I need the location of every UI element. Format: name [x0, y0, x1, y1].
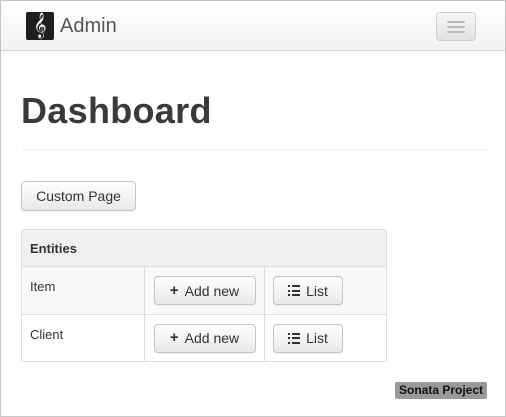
- add-cell: + Add new: [145, 315, 265, 361]
- list-cell: List: [265, 315, 386, 361]
- hamburger-menu-icon: [447, 20, 465, 23]
- app-window: 𝄞 Admin Dashboard Custom Page Entities I…: [0, 0, 506, 417]
- title-divider: [21, 149, 487, 150]
- custom-page-button[interactable]: Custom Page: [21, 181, 136, 211]
- brand-link[interactable]: 𝄞 Admin: [26, 12, 117, 40]
- table-header: Entities: [22, 230, 386, 267]
- list-icon: [288, 285, 301, 296]
- list-item-button[interactable]: List: [273, 276, 343, 305]
- plus-icon: +: [169, 329, 179, 346]
- brand-text: Admin: [60, 15, 117, 37]
- treble-clef-icon: 𝄞: [26, 12, 54, 40]
- hamburger-menu-icon-bar: [447, 30, 465, 33]
- list-label: List: [306, 282, 328, 299]
- list-label: List: [306, 330, 328, 346]
- list-cell: List: [265, 267, 386, 314]
- entity-name: Client: [22, 315, 145, 361]
- table-row: Item + Add new List: [22, 267, 386, 314]
- add-cell: + Add new: [145, 267, 265, 314]
- list-client-button[interactable]: List: [273, 323, 343, 353]
- list-icon: [288, 332, 301, 344]
- plus-icon: +: [169, 281, 179, 299]
- top-navbar: 𝄞 Admin: [1, 1, 505, 51]
- add-new-label: Add new: [184, 282, 240, 299]
- page-title: Dashboard: [21, 90, 212, 131]
- entities-table: Entities Item + Add new List Client + Ad…: [21, 229, 387, 362]
- nav-toggle-button[interactable]: [436, 12, 476, 41]
- add-new-client-button[interactable]: + Add new: [153, 323, 256, 353]
- hamburger-menu-icon-bar: [447, 25, 465, 28]
- entity-name: Item: [22, 267, 145, 314]
- sonata-project-badge[interactable]: Sonata Project: [395, 382, 488, 399]
- add-new-label: Add new: [184, 330, 240, 346]
- add-new-item-button[interactable]: + Add new: [153, 276, 256, 305]
- table-row: Client + Add new List: [22, 314, 386, 361]
